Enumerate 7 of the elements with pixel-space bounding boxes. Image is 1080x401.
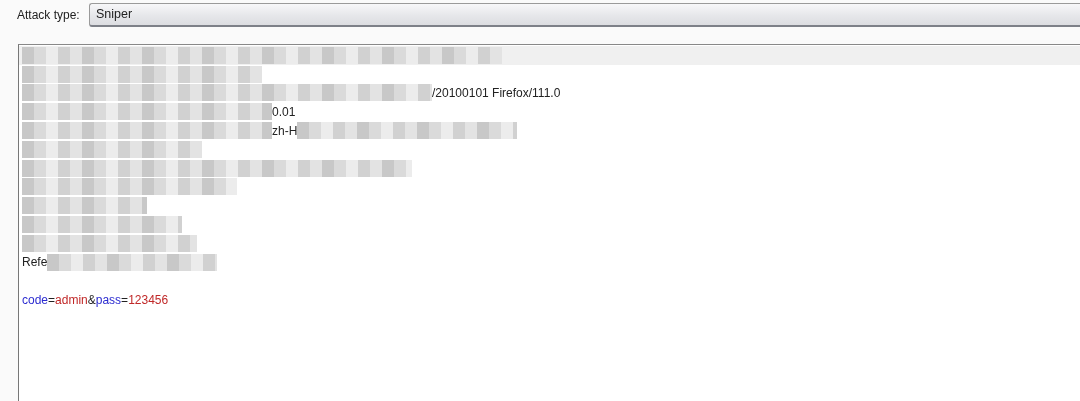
attack-type-dropdown[interactable]: Sniper: [89, 2, 1080, 27]
attack-type-label: Attack type:: [17, 7, 81, 22]
header-text: /20100101 Firefox/111.0: [432, 86, 561, 100]
header-text: 0.01: [272, 104, 296, 119]
request-body: code=admin&pass=123456: [22, 292, 169, 307]
header-text: zh-H: [272, 123, 298, 138]
header-text: Refe: [22, 255, 48, 270]
